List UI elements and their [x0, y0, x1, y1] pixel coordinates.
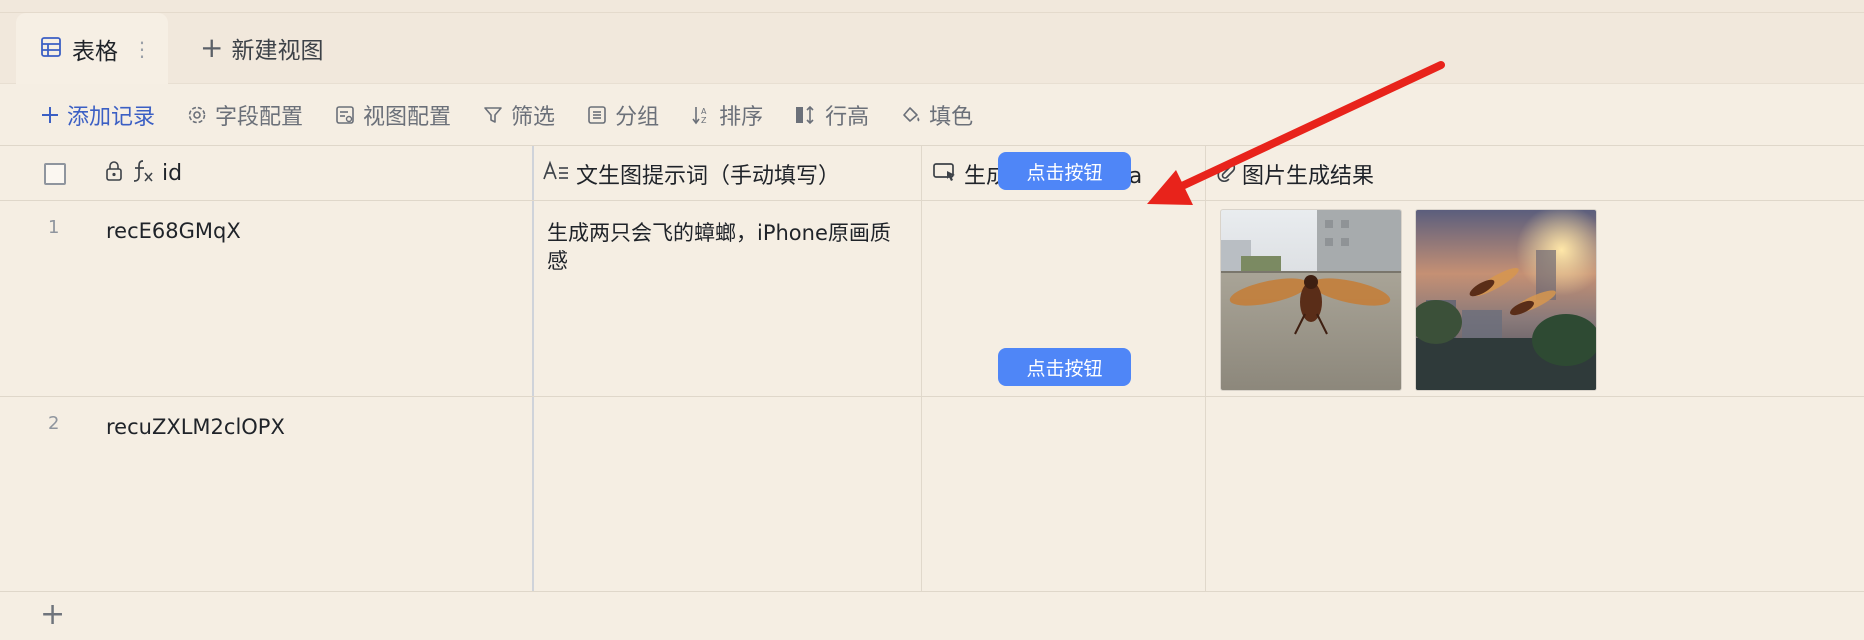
add-record-label: 添加记录 [67, 104, 156, 130]
lock-icon [104, 160, 124, 188]
select-all-checkbox[interactable] [44, 163, 66, 185]
header-row: id 文生图提示词（手动填写） 图片生成结果 [0, 146, 1864, 201]
click-button[interactable]: 点击按钮 [998, 152, 1131, 190]
record-id-cell[interactable]: recE68GMqX [106, 219, 241, 243]
filter-button[interactable]: 筛选 [482, 99, 555, 131]
column-header-label: 文生图提示词（手动填写） [576, 163, 841, 189]
table-row[interactable]: 1 recE68GMqX 生成两只会飞的蟑螂，iPhone原画质感 点击按钮 [0, 152, 1864, 397]
click-button[interactable]: 点击按钮 [998, 348, 1131, 386]
table-grid-icon [40, 36, 62, 62]
svg-text:Z: Z [701, 116, 707, 125]
more-vertical-icon[interactable]: ⋮ [132, 37, 152, 61]
column-header-attachment[interactable]: 图片生成结果 [1216, 146, 1374, 201]
view-config-icon [334, 104, 356, 126]
gear-icon [186, 104, 208, 126]
button-field-icon [932, 160, 958, 188]
plus-icon: + [200, 31, 224, 64]
divider [0, 12, 1864, 13]
image-thumbnail[interactable] [1415, 209, 1597, 391]
sort-label: 排序 [719, 104, 764, 130]
paperclip-icon [1216, 160, 1236, 188]
svg-text:A: A [701, 107, 707, 116]
new-view-label: 新建视图 [231, 38, 324, 64]
paint-bucket-icon [900, 104, 922, 126]
plus-icon[interactable]: + [40, 600, 65, 630]
image-thumbnail[interactable] [1220, 209, 1402, 391]
row-height-icon [794, 104, 818, 126]
fill-color-label: 填色 [929, 104, 974, 130]
row-height-button[interactable]: 行高 [794, 99, 869, 131]
table-row[interactable]: 2 recuZXLM2clOPX 点击按钮 [0, 348, 1864, 592]
fill-color-button[interactable]: 填色 [900, 99, 973, 131]
group-icon [586, 104, 608, 126]
column-header-label: 图片生成结果 [1242, 163, 1375, 189]
plus-icon [40, 105, 60, 125]
text-field-icon [542, 160, 570, 188]
view-config-button[interactable]: 视图配置 [334, 99, 451, 131]
column-header-prompt[interactable]: 文生图提示词（手动填写） [542, 146, 840, 201]
toolbar: 添加记录 字段配置 视图配置 筛选 分组 A Z 排序 行高 填色 [0, 84, 1864, 146]
record-id-cell[interactable]: recuZXLM2clOPX [106, 415, 285, 439]
view-config-label: 视图配置 [363, 104, 452, 130]
row-height-label: 行高 [825, 104, 870, 130]
view-tab-bar: 表格 ⋮ + 新建视图 [0, 0, 1864, 84]
filter-label: 筛选 [511, 104, 556, 130]
sort-icon: A Z [690, 104, 712, 126]
formula-icon [130, 158, 156, 190]
prompt-cell[interactable]: 生成两只会飞的蟑螂，iPhone原画质感 [547, 219, 907, 275]
tab-label: 表格 [72, 38, 118, 65]
sort-button[interactable]: A Z 排序 [690, 99, 763, 131]
add-row-bar[interactable]: + [0, 592, 1864, 640]
group-button[interactable]: 分组 [586, 99, 659, 131]
column-header-label: id [162, 161, 183, 186]
column-header-id[interactable]: id [104, 146, 182, 201]
group-label: 分组 [615, 104, 660, 130]
tab-table-view[interactable]: 表格 ⋮ [16, 13, 168, 84]
row-number: 2 [48, 413, 60, 434]
add-record-button[interactable]: 添加记录 [40, 99, 155, 131]
app-window: 表格 ⋮ + 新建视图 添加记录 字段配置 视图配置 筛选 分组 A Z 排序 … [0, 0, 1864, 640]
field-config-button[interactable]: 字段配置 [186, 99, 303, 131]
new-view-button[interactable]: + 新建视图 [200, 30, 323, 66]
filter-icon [482, 104, 504, 126]
field-config-label: 字段配置 [215, 104, 304, 130]
data-grid: id 文生图提示词（手动填写） 图片生成结果 1 recE68GMqX 生成两只… [0, 146, 1864, 640]
row-number: 1 [48, 217, 60, 238]
